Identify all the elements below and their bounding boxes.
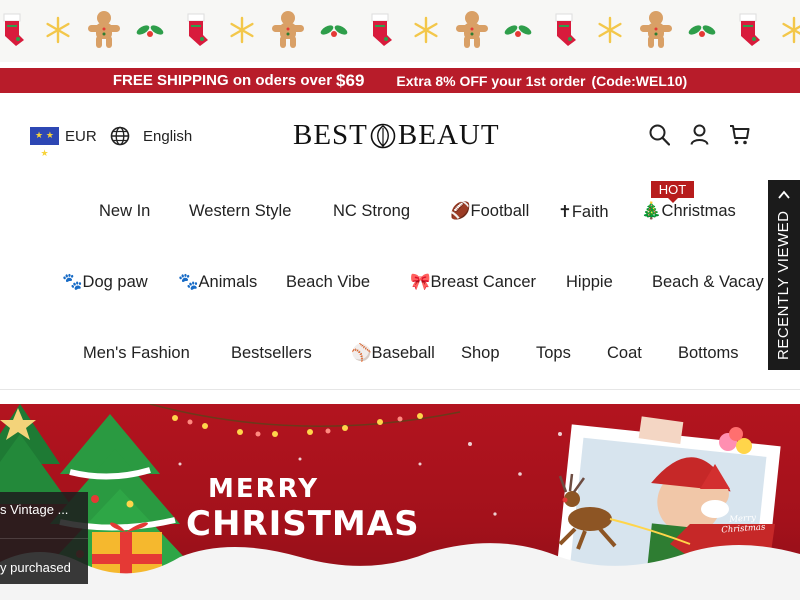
snowflake-icon xyxy=(46,16,70,44)
hot-badge: HOT xyxy=(651,181,694,203)
nav-item[interactable]: ✝Faith xyxy=(558,202,609,222)
gingerbread-icon xyxy=(88,11,120,48)
nav-divider xyxy=(0,389,800,390)
snowflake-icon xyxy=(230,16,254,44)
nav-item[interactable]: Bottoms xyxy=(678,344,739,363)
promo-bar[interactable]: FREE SHIPPING on oders over $69 Extra 8%… xyxy=(0,68,800,93)
logo-text-right: BEAUT xyxy=(397,119,500,151)
nav-item[interactable]: Western Style xyxy=(189,202,291,221)
nav-item[interactable]: 🎄Christmas xyxy=(641,202,736,221)
nav-item[interactable]: 🐾Animals xyxy=(178,273,257,292)
discount-promo-text: Extra 8% OFF your 1st order xyxy=(396,72,586,89)
snowflake-icon xyxy=(414,16,438,44)
recently-viewed-tab[interactable]: RECENTLY VIEWED xyxy=(768,180,800,370)
holly-icon xyxy=(136,25,164,37)
snowflake-icon xyxy=(782,16,800,44)
stocking-icon xyxy=(187,13,208,46)
gingerbread-icon xyxy=(456,11,488,48)
christmas-banner[interactable]: MERRY CHRISTMAS Merry Christmas xyxy=(0,404,800,600)
holly-icon xyxy=(320,25,348,37)
gingerbread-icon xyxy=(640,11,672,48)
nav-item[interactable]: Beach & Vacay xyxy=(652,273,764,292)
site-logo[interactable]: BEST BEAUT xyxy=(293,119,500,152)
shipping-promo-amount: $69 xyxy=(336,70,365,90)
notification-divider xyxy=(0,538,88,539)
nav-item[interactable]: Tops xyxy=(536,344,571,363)
nav-item[interactable]: Bestsellers xyxy=(231,344,312,363)
recently-viewed-label: RECENTLY VIEWED xyxy=(775,210,792,360)
nav-item[interactable]: 🏈Football xyxy=(450,202,529,221)
discount-code: (Code:WEL10) xyxy=(591,72,688,89)
globe-icon xyxy=(110,126,130,146)
logo-text-left: BEST xyxy=(293,119,368,151)
currency-label: EUR xyxy=(65,127,97,145)
account-icon[interactable] xyxy=(689,124,710,146)
snowflake-icon xyxy=(598,16,622,44)
notification-product: s Vintage ... xyxy=(0,502,69,517)
nav-item[interactable]: Shop xyxy=(461,344,500,363)
language-selector[interactable]: English xyxy=(110,126,192,146)
nav-item[interactable]: 🎀Breast Cancer xyxy=(410,273,536,292)
leaf-logo-icon xyxy=(370,123,396,148)
nav-item[interactable]: NC Strong xyxy=(333,202,410,221)
stocking-icon xyxy=(371,13,392,46)
notification-status: y purchased xyxy=(0,560,71,575)
eu-flag-icon: ★ ★ ★ xyxy=(30,127,59,159)
nav-item[interactable]: Beach Vibe xyxy=(286,273,370,292)
cart-icon[interactable] xyxy=(729,124,750,146)
main-navigation: New In Western Style NC Strong 🏈Football ✝Fa… xyxy=(0,183,770,388)
search-icon[interactable] xyxy=(649,124,671,146)
sleigh-sign: Merry Christmas xyxy=(717,512,768,535)
decorative-christmas-strip xyxy=(0,0,800,62)
language-label: English xyxy=(143,127,193,145)
nav-item[interactable]: Coat xyxy=(607,344,642,363)
nav-item[interactable]: Men's Fashion xyxy=(83,344,190,363)
stocking-icon xyxy=(3,13,24,46)
banner-title-christmas: CHRISTMAS xyxy=(186,504,420,544)
nav-item[interactable]: 🐾Dog paw xyxy=(62,273,148,292)
banner-title-merry: MERRY xyxy=(208,474,320,504)
stocking-icon xyxy=(555,13,576,46)
nav-item[interactable]: Hippie xyxy=(566,273,613,292)
gingerbread-icon xyxy=(272,11,304,48)
holly-icon xyxy=(504,25,532,37)
nav-item[interactable]: ⚾Baseball xyxy=(351,344,435,363)
shipping-promo-text: FREE SHIPPING on oders over xyxy=(112,72,333,89)
currency-selector[interactable]: ★ ★ ★ EUR xyxy=(30,127,97,159)
purchase-notification[interactable]: s Vintage ... y purchased xyxy=(0,492,88,584)
nav-item[interactable]: New In xyxy=(99,202,150,221)
holly-icon xyxy=(688,25,716,37)
site-header: ★ ★ ★ EUR English BEST BEAUT xyxy=(0,93,800,183)
stocking-icon xyxy=(739,13,760,46)
